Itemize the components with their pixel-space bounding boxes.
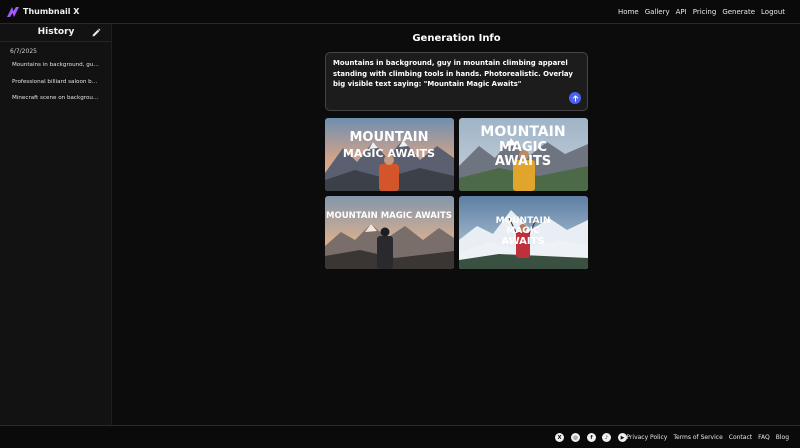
generated-thumbnail-1[interactable]: MOUNTAIN MAGIC AWAITS	[325, 118, 454, 191]
facebook-icon[interactable]: f	[587, 433, 596, 442]
history-item[interactable]: Mountains in background, guy in mountain…	[12, 62, 100, 68]
thumbnail-image: MOUNTAIN MAGIC AWAITS	[459, 196, 588, 269]
history-sidebar: History 6/7/2025 Mountains in background…	[0, 24, 112, 425]
page-title: Generation Info	[412, 33, 501, 44]
brand[interactable]: Thumbnail X	[6, 6, 79, 18]
history-header: History	[0, 24, 111, 42]
tiktok-icon[interactable]: ♪	[602, 433, 611, 442]
instagram-icon[interactable]: ◎	[571, 433, 580, 442]
thumbnail-image: MOUNTAIN MAGIC AWAITS	[325, 118, 454, 191]
thumbnail-image: MOUNTAIN MAGIC AWAITS	[459, 118, 588, 191]
arrow-up-icon	[572, 94, 578, 102]
prompt-input[interactable]: Mountains in background, guy in mountain…	[325, 52, 588, 111]
thumbnail-text: MOUNTAIN	[349, 130, 428, 145]
footer: X ◎ f ♪ ▶ Privacy Policy Terms of Servic…	[0, 425, 800, 448]
thumbnail-text: MAGIC	[499, 140, 547, 155]
footer-contact-link[interactable]: Contact	[729, 434, 752, 441]
thumbnail-text: AWAITS	[501, 236, 544, 247]
prompt-text[interactable]: Mountains in background, guy in mountain…	[333, 58, 583, 90]
thumbnail-image: MOUNTAIN MAGIC AWAITS	[325, 196, 454, 269]
thumbnail-text: MOUNTAIN	[480, 124, 565, 140]
nav-logout[interactable]: Logout	[761, 8, 785, 16]
footer-links: Privacy Policy Terms of Service Contact …	[620, 426, 789, 448]
thumbnail-text: MAGIC AWAITS	[343, 147, 435, 160]
nav-generate[interactable]: Generate	[722, 8, 755, 16]
footer-faq-link[interactable]: FAQ	[758, 434, 770, 441]
thumbnail-text: MOUNTAIN MAGIC AWAITS	[326, 211, 452, 221]
send-button[interactable]	[569, 92, 581, 104]
nav-gallery[interactable]: Gallery	[645, 8, 670, 16]
history-item[interactable]: Minecraft scene on background	[12, 95, 100, 101]
lightning-logo-icon	[7, 6, 19, 17]
thumbnail-text: MAGIC	[506, 226, 540, 236]
nav-pricing[interactable]: Pricing	[693, 8, 717, 16]
main-nav: Home Gallery API Pricing Generate Logout	[612, 0, 785, 24]
generated-thumbnail-2[interactable]: MOUNTAIN MAGIC AWAITS	[459, 118, 588, 191]
generated-thumbnail-3[interactable]: MOUNTAIN MAGIC AWAITS	[325, 196, 454, 269]
history-date: 6/7/2025	[10, 48, 37, 55]
x-icon[interactable]: X	[555, 433, 564, 442]
thumbnail-text: MOUNTAIN	[496, 216, 551, 226]
footer-privacy-link[interactable]: Privacy Policy	[626, 434, 667, 441]
nav-home[interactable]: Home	[618, 8, 639, 16]
footer-blog-link[interactable]: Blog	[776, 434, 789, 441]
pencil-icon[interactable]	[91, 28, 101, 38]
history-item[interactable]: Professional billiard saloon background	[12, 79, 100, 85]
footer-terms-link[interactable]: Terms of Service	[673, 434, 722, 441]
brand-name: Thumbnail X	[23, 7, 80, 16]
nav-api[interactable]: API	[676, 8, 687, 16]
thumbnail-text: AWAITS	[495, 154, 551, 169]
generated-thumbnail-4[interactable]: MOUNTAIN MAGIC AWAITS	[459, 196, 588, 269]
top-bar: Thumbnail X Home Gallery API Pricing Gen…	[0, 0, 800, 24]
